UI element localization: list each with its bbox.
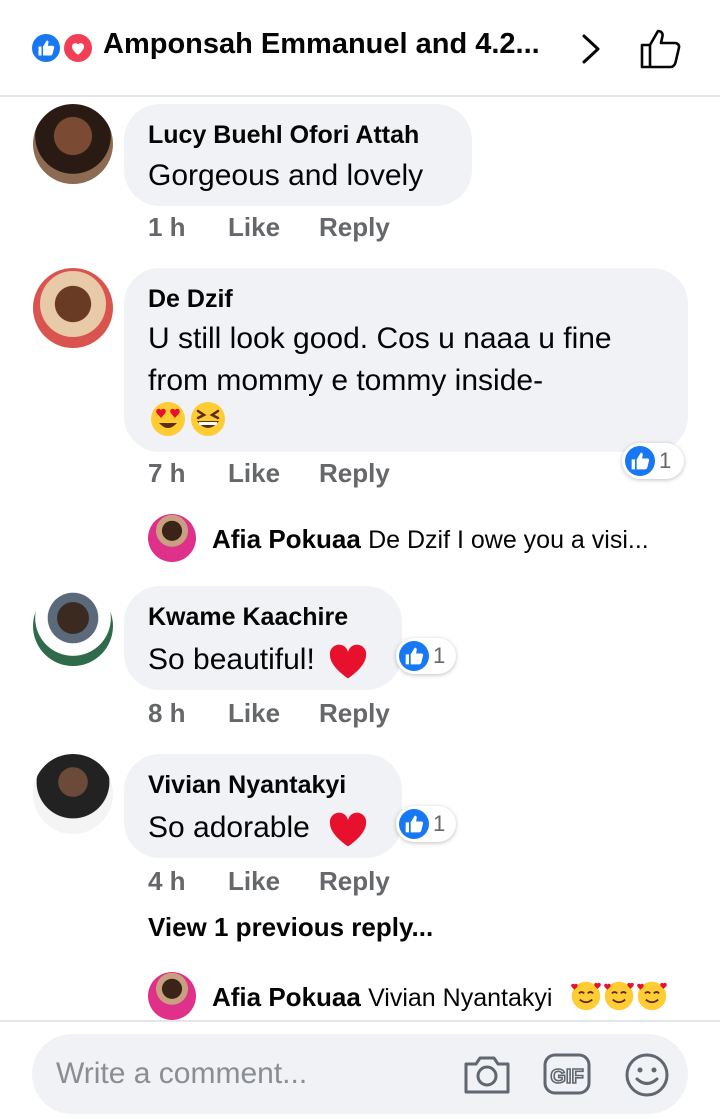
- comment-text: Gorgeous and lovely: [148, 159, 424, 192]
- comment-author[interactable]: Kwame Kaachire: [148, 603, 348, 632]
- reply-text: De Dzif I owe you a visi...: [368, 526, 649, 554]
- post-reactions-header[interactable]: Amponsah Emmanuel and 4.2...: [0, 0, 720, 97]
- reaction-count: 1: [433, 811, 446, 836]
- red-heart-emoji: [329, 644, 367, 679]
- red-heart-emoji: [329, 812, 367, 847]
- comment-composer: GIF: [32, 1034, 688, 1114]
- comment-time: 4 h: [148, 866, 186, 896]
- comment-time: 7 h: [148, 458, 186, 488]
- avatar[interactable]: [33, 268, 113, 348]
- like-button[interactable]: Like: [228, 212, 280, 243]
- smiling-hearts-emoji: [571, 981, 601, 1011]
- avatar[interactable]: [33, 586, 113, 666]
- smiling-hearts-emoji: [604, 981, 634, 1011]
- like-reaction-icon: [399, 641, 429, 671]
- reply-avatar[interactable]: [148, 972, 196, 1020]
- chevron-right-icon[interactable]: [578, 32, 604, 66]
- view-previous-replies-link[interactable]: View 1 previous reply...: [148, 912, 433, 943]
- reaction-summary: [30, 32, 96, 64]
- comment-text: So beautiful!: [148, 643, 315, 676]
- reactors-title[interactable]: Amponsah Emmanuel and 4.2...: [103, 28, 540, 61]
- reply-button[interactable]: Reply: [319, 698, 390, 729]
- love-reaction-icon: [62, 32, 94, 64]
- reply-preview[interactable]: Afia Pokuaa De Dzif I owe you a visi...: [212, 524, 649, 555]
- reaction-count: 1: [659, 448, 672, 473]
- composer-divider: [0, 1020, 720, 1022]
- comment-time: 1 h: [148, 212, 186, 242]
- comment-bubble: Kwame Kaachire So beautiful!: [124, 586, 402, 690]
- comment-time: 8 h: [148, 698, 186, 728]
- camera-icon[interactable]: [462, 1052, 512, 1096]
- smiley-icon[interactable]: [624, 1052, 670, 1098]
- comment-input[interactable]: [56, 1054, 416, 1094]
- like-button[interactable]: Like: [228, 458, 280, 489]
- reply-author: Afia Pokuaa: [212, 524, 361, 554]
- reply-button[interactable]: Reply: [319, 212, 390, 243]
- grinning-squint-emoji: [191, 402, 225, 436]
- comment-author[interactable]: Vivian Nyantakyi: [148, 771, 346, 800]
- comment-text: So adorable: [148, 811, 310, 844]
- smiling-hearts-emoji: [637, 981, 667, 1011]
- like-reaction-icon: [30, 32, 62, 64]
- reaction-count-pill[interactable]: 1: [622, 443, 684, 479]
- avatar[interactable]: [33, 104, 113, 184]
- comment-text: from mommy e tommy inside-: [148, 364, 544, 397]
- reaction-count: 1: [433, 643, 446, 668]
- like-button[interactable]: Like: [228, 698, 280, 729]
- reply-avatar[interactable]: [148, 514, 196, 562]
- comment-bubble: Vivian Nyantakyi So adorable: [124, 754, 402, 858]
- reaction-count-pill[interactable]: 1: [396, 638, 456, 674]
- reply-author: Afia Pokuaa: [212, 982, 361, 1012]
- thumbs-up-outline-icon[interactable]: [638, 26, 684, 70]
- gif-icon[interactable]: GIF: [542, 1052, 592, 1096]
- reaction-count-pill[interactable]: 1: [396, 806, 456, 842]
- comment-author[interactable]: De Dzif: [148, 285, 233, 314]
- comment-text: U still look good. Cos u naaa u fine: [148, 322, 612, 355]
- avatar[interactable]: [33, 754, 113, 834]
- comment-author[interactable]: Lucy Buehl Ofori Attah: [148, 121, 419, 150]
- like-button[interactable]: Like: [228, 866, 280, 897]
- comment-bubble: Lucy Buehl Ofori Attah Gorgeous and love…: [124, 104, 472, 206]
- reply-button[interactable]: Reply: [319, 458, 390, 489]
- heart-eyes-emoji: [151, 402, 185, 436]
- reply-text: Vivian Nyantakyi: [368, 984, 553, 1012]
- comment-bubble: De Dzif U still look good. Cos u naaa u …: [124, 268, 688, 452]
- like-reaction-icon: [625, 446, 655, 476]
- reply-preview[interactable]: Afia Pokuaa Vivian Nyantakyi: [212, 982, 552, 1013]
- emoji-group: [570, 980, 670, 1014]
- like-reaction-icon: [399, 809, 429, 839]
- svg-text:GIF: GIF: [550, 1066, 583, 1088]
- reply-button[interactable]: Reply: [319, 866, 390, 897]
